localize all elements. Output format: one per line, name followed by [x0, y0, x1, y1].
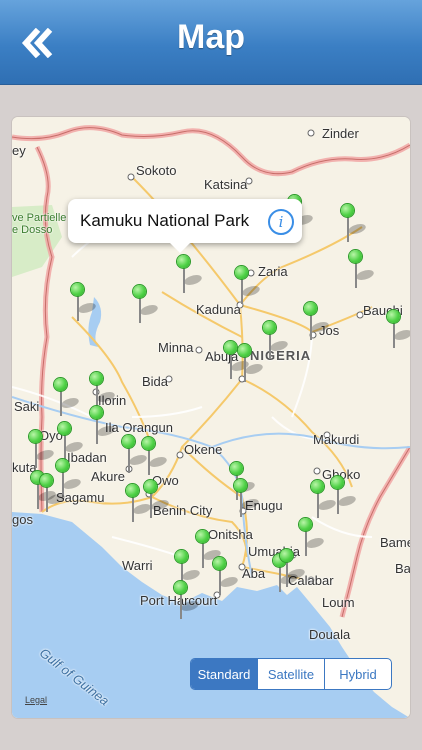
page-title: Map [177, 18, 245, 56]
map-pin[interactable] [331, 476, 359, 514]
map-pin[interactable] [280, 549, 308, 587]
map-label: Makurdi [313, 432, 360, 447]
map-pin[interactable] [122, 435, 150, 473]
map-pin[interactable] [40, 474, 68, 512]
map-label: Loum [322, 595, 355, 610]
map-pin[interactable] [213, 557, 241, 595]
map-pin[interactable] [90, 372, 118, 410]
map-label: Akure [91, 469, 125, 484]
map-pin[interactable] [177, 255, 205, 293]
map-pin[interactable] [196, 530, 224, 568]
map-pin[interactable] [299, 518, 327, 556]
map-pin[interactable] [174, 581, 202, 619]
info-icon[interactable]: i [268, 209, 294, 235]
map-view[interactable]: Zinder ey Sokoto Katsina ve Partielle e … [12, 117, 410, 718]
map-pin[interactable] [238, 344, 266, 382]
map-type-hybrid[interactable]: Hybrid [324, 659, 391, 689]
map-pin[interactable] [56, 459, 84, 497]
map-label: Zaria [258, 264, 288, 279]
map-pin[interactable] [387, 310, 410, 348]
map-type-satellite[interactable]: Satellite [257, 659, 324, 689]
map-label: Zinder [322, 126, 359, 141]
map-label: Warri [122, 558, 153, 573]
map-label: NIGERIA [250, 348, 312, 363]
map-label: Ibadan [67, 450, 107, 465]
map-label: ey [12, 143, 26, 158]
map-label: Katsina [204, 177, 248, 192]
map-pin[interactable] [142, 437, 170, 475]
map-pin[interactable] [349, 250, 377, 288]
map-pin[interactable] [311, 480, 339, 518]
map-pin[interactable] [144, 480, 172, 518]
map-label: Sokoto [136, 163, 177, 178]
map-pin[interactable] [90, 406, 118, 444]
map-label: Kaduna [196, 302, 241, 317]
map-label: e Dosso [12, 224, 53, 236]
callout-pointer [170, 243, 190, 253]
map-label: Douala [309, 627, 351, 642]
map-pin[interactable] [341, 204, 369, 242]
map-pin[interactable] [58, 422, 86, 460]
map-pin[interactable] [133, 285, 161, 323]
map-label: Saki [14, 399, 40, 414]
map-label: Aba [242, 566, 266, 581]
map-label: gos [12, 512, 33, 527]
map-pin[interactable] [126, 484, 154, 522]
map-label: Bida [142, 374, 169, 389]
map-label: Okene [184, 442, 223, 457]
callout-title: Kamuku National Park [80, 211, 250, 230]
map-pin[interactable] [71, 283, 99, 321]
map-pin[interactable] [29, 430, 57, 468]
nav-bar: Map [0, 0, 422, 85]
map-label: ve Partielle [12, 212, 67, 224]
map-pin[interactable] [234, 479, 262, 517]
map-label: Ba [395, 561, 410, 576]
legal-link[interactable]: Legal [25, 695, 47, 705]
map-label: Minna [158, 340, 194, 355]
map-label: Bame [380, 535, 410, 550]
map-pin[interactable] [54, 378, 82, 416]
map-pin[interactable] [263, 321, 291, 359]
map-type-standard[interactable]: Standard [191, 659, 257, 689]
map-pin[interactable] [224, 341, 252, 379]
map-label: Onitsha [208, 527, 253, 542]
map-pin[interactable] [304, 302, 332, 340]
map-pin[interactable] [235, 266, 263, 304]
pin-callout[interactable]: Kamuku National Park i [68, 199, 302, 253]
map-type-segmented-control[interactable]: Standard Satellite Hybrid [190, 658, 392, 690]
